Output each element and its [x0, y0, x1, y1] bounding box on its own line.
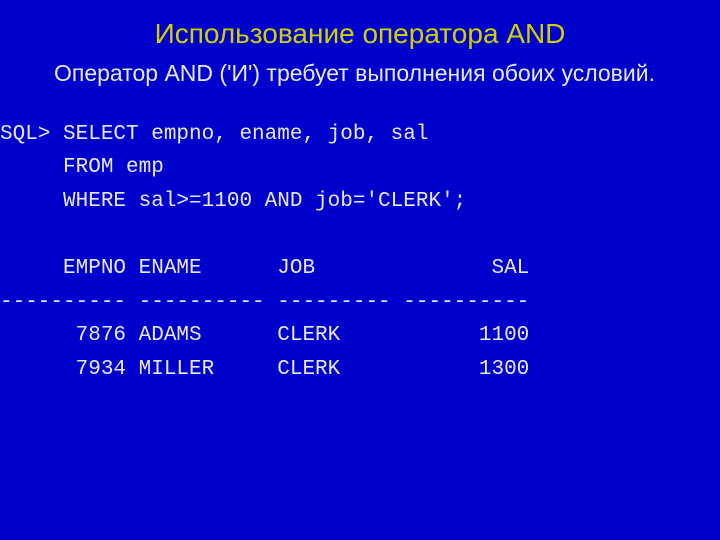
sql-line: WHERE sal>=1100 AND job='CLERK';	[0, 190, 466, 213]
sql-result-divider: ---------- ---------- --------- --------…	[0, 291, 529, 314]
sql-result-header: EMPNO ENAME JOB SAL	[0, 257, 529, 280]
slide-description: Оператор AND ('И') требует выполнения об…	[0, 60, 720, 88]
sql-code-block: SQL> SELECT empno, ename, job, sal FROM …	[0, 118, 720, 387]
table-row: 7934 MILLER CLERK 1300	[0, 358, 529, 381]
sql-line: FROM emp	[0, 156, 164, 179]
table-row: 7876 ADAMS CLERK 1100	[0, 324, 529, 347]
slide-title: Использование оператора AND	[0, 0, 720, 60]
sql-line: SQL> SELECT empno, ename, job, sal	[0, 123, 428, 146]
